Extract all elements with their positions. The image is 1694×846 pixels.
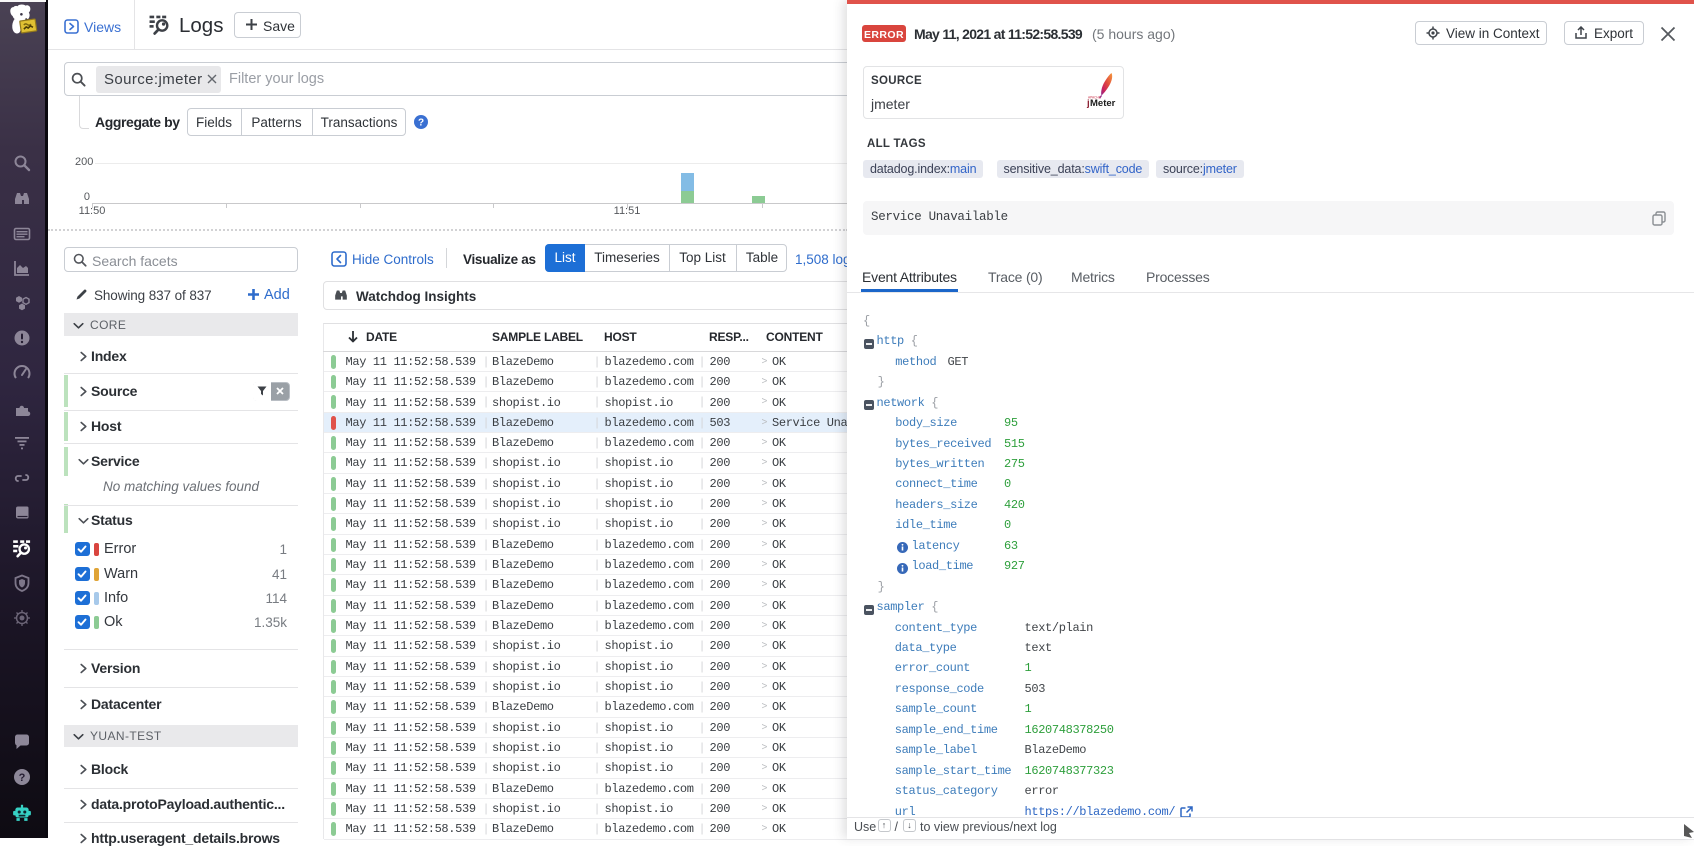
svg-text:Meter: Meter [1090,98,1116,109]
svg-text:?: ? [418,118,424,129]
svg-text:?: ? [19,772,26,784]
